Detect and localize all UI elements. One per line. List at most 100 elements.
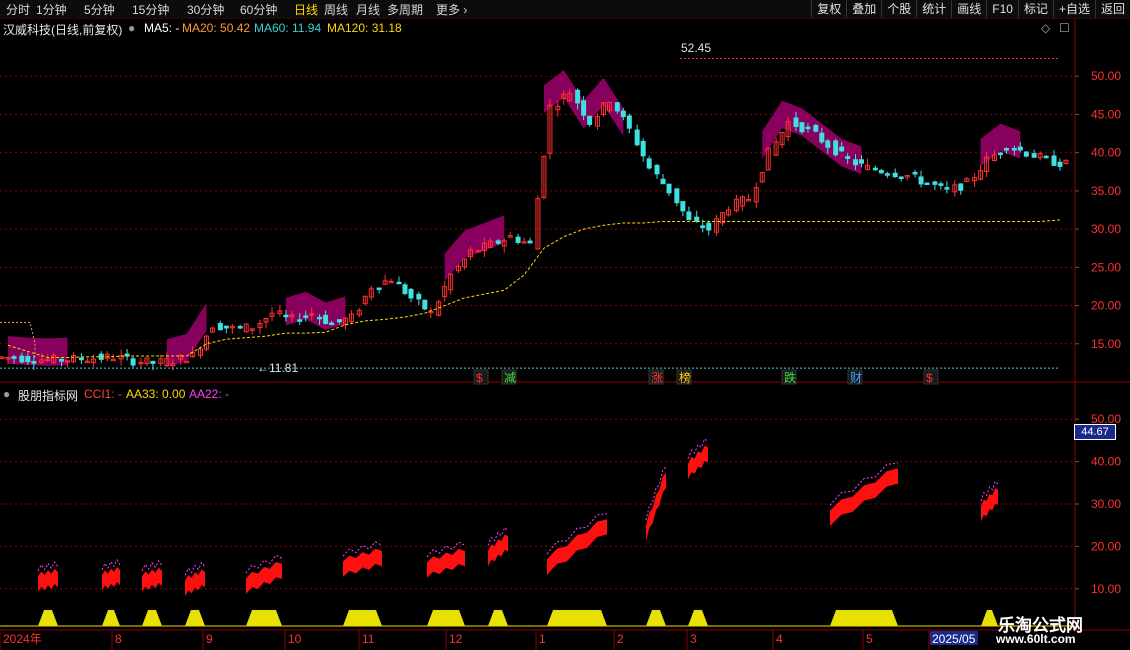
candle-body	[706, 222, 712, 231]
price-tick-label: 45.00	[1091, 107, 1121, 121]
candle-body	[217, 323, 223, 331]
candle-body	[833, 140, 839, 156]
candle-body	[626, 115, 632, 129]
event-tag: $	[926, 371, 933, 385]
candle-body	[323, 314, 329, 325]
event-tag: 跌	[784, 370, 796, 385]
aa33-bar	[547, 610, 607, 626]
candle-body	[78, 357, 84, 361]
candle-body	[614, 102, 620, 112]
time-label: 8	[115, 632, 122, 646]
candle-body	[944, 187, 950, 190]
time-label: 1	[539, 632, 546, 646]
price-tick-label: 35.00	[1091, 184, 1121, 198]
cci-bar	[547, 519, 607, 575]
aa33-bar	[488, 610, 508, 626]
aa33-bar	[427, 610, 465, 626]
candle-body	[527, 240, 533, 244]
candle-body	[924, 182, 930, 186]
signal-band	[444, 215, 505, 282]
candle-body	[515, 236, 521, 243]
candle-body	[958, 183, 964, 191]
candle-body	[408, 288, 414, 299]
candle-body	[184, 360, 190, 364]
time-label: 2024年	[3, 632, 42, 646]
candle-body	[805, 126, 811, 130]
candle-body	[878, 170, 884, 174]
indicator-tick-label: 40.00	[1091, 455, 1121, 469]
price-tick-label: 20.00	[1091, 299, 1121, 313]
candle-body	[859, 159, 865, 164]
high-price-marker: 52.45	[681, 41, 712, 55]
candle-body	[884, 173, 890, 176]
current-value-badge: 44.67	[1074, 424, 1116, 440]
candle-body	[997, 152, 1003, 156]
price-tick-label: 40.00	[1091, 146, 1121, 160]
event-tag: 榜	[679, 370, 691, 385]
candle-body	[892, 172, 898, 178]
candle-body	[646, 158, 652, 169]
time-label: 2025/05	[932, 632, 976, 646]
event-tag: 减	[504, 371, 516, 385]
candle-body	[25, 355, 31, 363]
candle-body	[303, 315, 309, 318]
candle-body	[912, 171, 918, 175]
time-label: 2	[617, 632, 624, 646]
candle-body	[853, 159, 859, 166]
cci-bar	[343, 548, 382, 577]
candle-body	[1057, 161, 1063, 167]
candle-body	[237, 325, 243, 329]
candle-body	[799, 122, 805, 133]
candle-body	[587, 115, 593, 125]
aa33-bar	[102, 610, 120, 626]
candle-body	[634, 129, 640, 146]
candle-body	[700, 225, 706, 229]
signal-band	[762, 100, 862, 175]
candle-body	[654, 164, 660, 175]
ma120-line	[7, 219, 1061, 359]
arrow-left-icon: ←	[257, 361, 269, 375]
aa33-bar	[246, 610, 282, 626]
candle-body	[11, 356, 17, 359]
candle-body	[839, 146, 845, 152]
event-tag: 财	[850, 371, 862, 385]
candle-body	[376, 287, 382, 290]
candle-body	[297, 319, 303, 322]
candle-body	[329, 322, 335, 326]
indicator-tick-label: 20.00	[1091, 539, 1121, 553]
candle-body	[19, 355, 25, 363]
candle-body	[660, 178, 666, 185]
candle-body	[620, 110, 626, 118]
candle-body	[495, 240, 501, 244]
candle-body	[402, 284, 408, 295]
candle-body	[1003, 148, 1009, 151]
candle-body	[640, 140, 646, 157]
candle-body	[872, 167, 878, 171]
candle-body	[898, 176, 904, 179]
aa33-bar	[830, 610, 898, 626]
candle-body	[422, 299, 428, 310]
candle-body	[819, 132, 825, 143]
cci-bar	[427, 548, 465, 578]
candle-body	[938, 183, 944, 186]
candle-body	[1011, 148, 1017, 151]
candle-body	[932, 181, 938, 185]
candle-body	[416, 293, 422, 300]
candle-body	[1031, 153, 1037, 158]
candle-body	[31, 361, 37, 364]
candle-body	[581, 100, 587, 116]
cci-bar	[102, 566, 120, 591]
aa33-bar	[185, 610, 205, 626]
candle-body	[1043, 155, 1049, 159]
price-tick-label: 30.00	[1091, 222, 1121, 236]
candle-body	[1051, 155, 1057, 166]
candle-body	[825, 140, 831, 148]
candle-body	[317, 316, 323, 320]
candle-body	[918, 176, 924, 185]
kline-chart[interactable]: 50.00 45.00 40.00 35.00 30.00 25.00 20.00 15.00…	[0, 0, 1130, 650]
candle-body	[813, 124, 819, 132]
watermark-url: www.60lt.com	[996, 632, 1076, 646]
time-label: 11	[362, 632, 375, 646]
indicator-tick-label: 10.00	[1091, 582, 1121, 596]
price-tick-label: 50.00	[1091, 69, 1121, 83]
